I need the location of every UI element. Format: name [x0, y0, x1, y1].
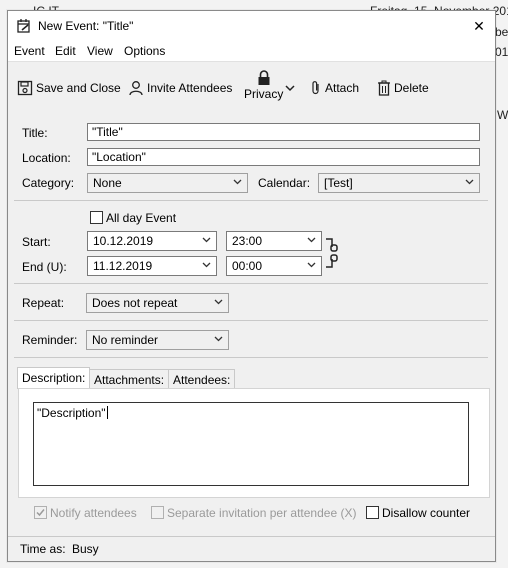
menu-edit[interactable]: Edit	[55, 44, 76, 58]
start-date-value: 10.12.2019	[93, 234, 154, 248]
lock-icon	[258, 70, 270, 85]
reminder-select[interactable]: No reminder	[86, 330, 229, 350]
time-as-label: Time as:	[20, 542, 66, 556]
chevron-down-icon	[233, 179, 242, 185]
location-field[interactable]: "Location"	[87, 148, 480, 166]
notify-attendees-checkbox[interactable]	[34, 506, 47, 519]
calendar-label: Calendar:	[258, 176, 311, 190]
end-date-value: 11.12.2019	[93, 259, 153, 273]
paperclip-icon	[312, 81, 319, 95]
end-label: End (U):	[22, 260, 67, 274]
disallow-counter-label: Disallow counter	[382, 506, 471, 520]
repeat-select[interactable]: Does not repeat	[86, 293, 229, 313]
chevron-down-icon	[307, 237, 316, 243]
attach-label: Attach	[325, 81, 360, 95]
chevron-down-icon	[202, 237, 211, 243]
trash-icon	[378, 80, 390, 96]
background-text: 019	[495, 45, 508, 59]
divider	[14, 320, 488, 321]
repeat-label: Repeat:	[22, 296, 65, 310]
chevron-down-icon	[465, 179, 474, 185]
description-text: "Description"	[37, 406, 106, 420]
start-time-value: 23:00	[232, 234, 263, 248]
chevron-down-icon	[202, 262, 211, 268]
new-event-dialog: New Event: "Title" ✕ Event Edit View Opt…	[7, 10, 496, 562]
menu-options[interactable]: Options	[124, 44, 165, 58]
all-day-label: All day Event	[106, 211, 177, 225]
category-label: Category:	[22, 176, 75, 190]
toolbar: Save and Close Invite Attendees Privacy …	[8, 63, 495, 119]
reminder-value: No reminder	[92, 333, 159, 347]
divider	[14, 283, 488, 284]
title-label: Title:	[22, 126, 48, 140]
tab-attendees[interactable]: Attendees:	[168, 369, 236, 389]
end-time-value: 00:00	[232, 259, 263, 273]
location-label: Location:	[22, 151, 71, 165]
close-icon: ✕	[473, 17, 485, 34]
chevron-down-icon	[214, 299, 223, 305]
notify-attendees-label: Notify attendees	[50, 506, 137, 520]
delete-label: Delete	[394, 81, 429, 95]
privacy-label: Privacy	[244, 87, 284, 101]
save-and-close-label: Save and Close	[36, 81, 121, 95]
link-times-icon[interactable]	[325, 235, 339, 271]
disallow-counter-checkbox[interactable]	[366, 506, 379, 519]
invite-attendees-button[interactable]: Invite Attendees	[128, 80, 232, 96]
category-select[interactable]: None	[87, 173, 248, 193]
divider	[14, 357, 488, 358]
start-time-picker[interactable]: 23:00	[226, 231, 322, 251]
text-cursor	[106, 406, 108, 419]
checkmark-icon	[36, 509, 45, 517]
end-date-picker[interactable]: 11.12.2019	[87, 256, 217, 276]
privacy-button[interactable]: Privacy	[244, 70, 283, 101]
chevron-down-icon	[214, 336, 223, 342]
separate-invitation-checkbox[interactable]	[151, 506, 164, 519]
time-as-value[interactable]: Busy	[72, 542, 99, 556]
save-icon	[17, 80, 33, 96]
close-button[interactable]: ✕	[463, 11, 495, 41]
description-panel: "Description"	[18, 388, 490, 498]
status-bar: Time as: Busy	[8, 536, 495, 561]
divider	[14, 200, 488, 201]
all-day-checkbox[interactable]	[90, 211, 103, 224]
invite-attendees-label: Invite Attendees	[147, 81, 233, 95]
end-time-picker[interactable]: 00:00	[226, 256, 322, 276]
calendar-select[interactable]: [Test]	[318, 173, 480, 193]
title-bar: New Event: "Title" ✕	[8, 11, 495, 41]
window-title: New Event: "Title"	[38, 19, 134, 33]
delete-button[interactable]: Delete	[377, 80, 429, 96]
start-date-picker[interactable]: 10.12.2019	[87, 231, 217, 251]
menu-event[interactable]: Event	[14, 44, 45, 58]
title-field[interactable]: "Title"	[87, 123, 480, 141]
reminder-label: Reminder:	[22, 333, 78, 347]
background-text: W	[497, 108, 508, 122]
description-textarea[interactable]: "Description"	[33, 402, 469, 486]
separate-invitation-label: Separate invitation per attendee (X)	[167, 506, 357, 520]
menu-view[interactable]: View	[87, 44, 113, 58]
person-icon	[129, 81, 143, 96]
calendar-value: [Test]	[324, 176, 353, 190]
calendar-edit-icon	[17, 19, 30, 33]
attach-button[interactable]: Attach	[310, 80, 359, 96]
repeat-value: Does not repeat	[92, 296, 178, 310]
category-value: None	[93, 176, 122, 190]
tab-description[interactable]: Description:	[17, 367, 91, 389]
start-label: Start:	[22, 235, 51, 249]
tab-attachments[interactable]: Attachments:	[89, 369, 170, 389]
save-and-close-button[interactable]: Save and Close	[17, 80, 121, 96]
privacy-dropdown-icon[interactable]	[285, 85, 295, 92]
background-text: be	[495, 25, 508, 39]
chevron-down-icon	[307, 262, 316, 268]
menu-bar: Event Edit View Options	[8, 41, 495, 62]
